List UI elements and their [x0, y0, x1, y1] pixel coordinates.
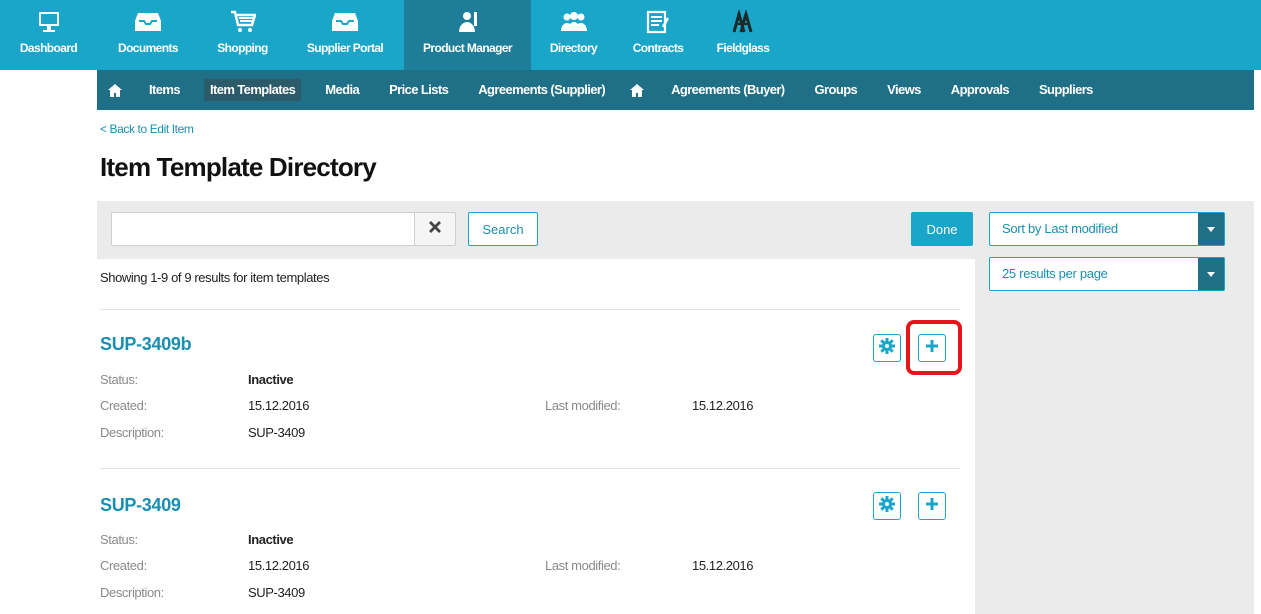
right-panel	[975, 259, 1254, 614]
description-label: Description:	[100, 425, 164, 440]
nav-directory[interactable]: Directory	[531, 0, 616, 70]
fieldglass-icon	[732, 9, 754, 35]
search-button[interactable]: Search	[468, 212, 538, 246]
subnav-views[interactable]: Views	[881, 79, 927, 101]
subnav-agreements-buyer[interactable]: Agreements (Buyer)	[665, 79, 790, 101]
created-value: 15.12.2016	[248, 558, 310, 573]
chevron-down-icon	[1198, 213, 1224, 245]
created-label: Created:	[100, 398, 147, 413]
nav-label: Directory	[549, 41, 598, 55]
nav-documents[interactable]: Documents	[97, 0, 199, 70]
nav-label: Shopping	[217, 41, 268, 55]
nav-supplier-portal[interactable]: Supplier Portal	[286, 0, 404, 70]
nav-shopping[interactable]: Shopping	[199, 0, 286, 70]
subnav-suppliers[interactable]: Suppliers	[1033, 79, 1099, 101]
status-label: Status:	[100, 532, 138, 547]
sort-select[interactable]: Sort by Last modified	[989, 212, 1225, 246]
created-value: 15.12.2016	[248, 398, 310, 413]
status-value: Inactive	[248, 372, 294, 387]
close-icon	[429, 220, 441, 238]
nav-label: Documents	[118, 41, 179, 55]
subnav-items[interactable]: Items	[143, 79, 186, 101]
search-input[interactable]	[111, 212, 415, 246]
add-button[interactable]	[918, 492, 946, 520]
chevron-down-icon	[1198, 258, 1224, 290]
template-title[interactable]: SUP-3409	[100, 495, 181, 516]
page-title: Item Template Directory	[100, 152, 377, 182]
nav-product-manager[interactable]: Product Manager	[404, 0, 531, 70]
nav-label: Product Manager	[422, 41, 513, 55]
cart-icon	[230, 9, 256, 35]
monitor-icon	[37, 9, 61, 35]
top-nav: Dashboard Documents Shopping Supplier Po…	[0, 0, 1261, 70]
settings-button[interactable]	[873, 492, 901, 520]
last-modified-value: 15.12.2016	[692, 558, 754, 573]
last-modified-value: 15.12.2016	[692, 398, 754, 413]
subnav-price-lists[interactable]: Price Lists	[383, 79, 454, 101]
settings-button[interactable]	[873, 334, 901, 362]
home-icon[interactable]	[629, 79, 645, 101]
subnav-media[interactable]: Media	[319, 79, 365, 101]
results-count: Showing 1-9 of 9 results for item templa…	[100, 270, 330, 285]
subnav-approvals[interactable]: Approvals	[945, 79, 1015, 101]
back-to-edit-item-link[interactable]: < Back to Edit Item	[100, 122, 194, 136]
created-label: Created:	[100, 558, 147, 573]
nav-label: Dashboard	[19, 41, 78, 55]
gear-icon	[879, 495, 895, 517]
sub-nav: Items Item Templates Media Price Lists A…	[97, 70, 1254, 110]
description-value: SUP-3409	[248, 425, 305, 440]
subnav-agreements-supplier[interactable]: Agreements (Supplier)	[472, 79, 611, 101]
subnav-item-templates[interactable]: Item Templates	[203, 79, 302, 101]
divider	[100, 309, 960, 310]
nav-dashboard[interactable]: Dashboard	[0, 0, 97, 70]
nav-label: Contracts	[632, 41, 684, 55]
per-page-select[interactable]: 25 results per page	[989, 257, 1225, 291]
right-gutter	[1254, 70, 1261, 614]
description-label: Description:	[100, 585, 164, 600]
sort-select-value: Sort by Last modified	[1002, 221, 1118, 236]
clear-search-button[interactable]	[414, 212, 456, 246]
subnav-groups[interactable]: Groups	[809, 79, 864, 101]
left-gutter	[0, 70, 97, 614]
nav-label: Supplier Portal	[306, 41, 384, 55]
home-icon[interactable]	[107, 79, 123, 101]
highlight-box	[906, 320, 962, 375]
status-label: Status:	[100, 372, 138, 387]
per-page-select-value: 25 results per page	[1002, 266, 1108, 281]
people-icon	[560, 9, 588, 35]
plus-icon	[925, 497, 939, 516]
divider	[100, 468, 960, 469]
gear-icon	[879, 337, 895, 359]
last-modified-label: Last modified:	[545, 558, 621, 573]
inbox-icon	[332, 9, 358, 35]
nav-fieldglass[interactable]: Fieldglass	[700, 0, 786, 70]
product-manager-icon	[456, 9, 480, 35]
inbox-icon	[135, 9, 161, 35]
nav-label: Fieldglass	[716, 41, 770, 55]
last-modified-label: Last modified:	[545, 398, 621, 413]
done-button[interactable]: Done	[911, 212, 973, 246]
description-value: SUP-3409	[248, 585, 305, 600]
template-title[interactable]: SUP-3409b	[100, 334, 192, 355]
contract-icon	[646, 9, 670, 35]
nav-contracts[interactable]: Contracts	[616, 0, 700, 70]
status-value: Inactive	[248, 532, 294, 547]
